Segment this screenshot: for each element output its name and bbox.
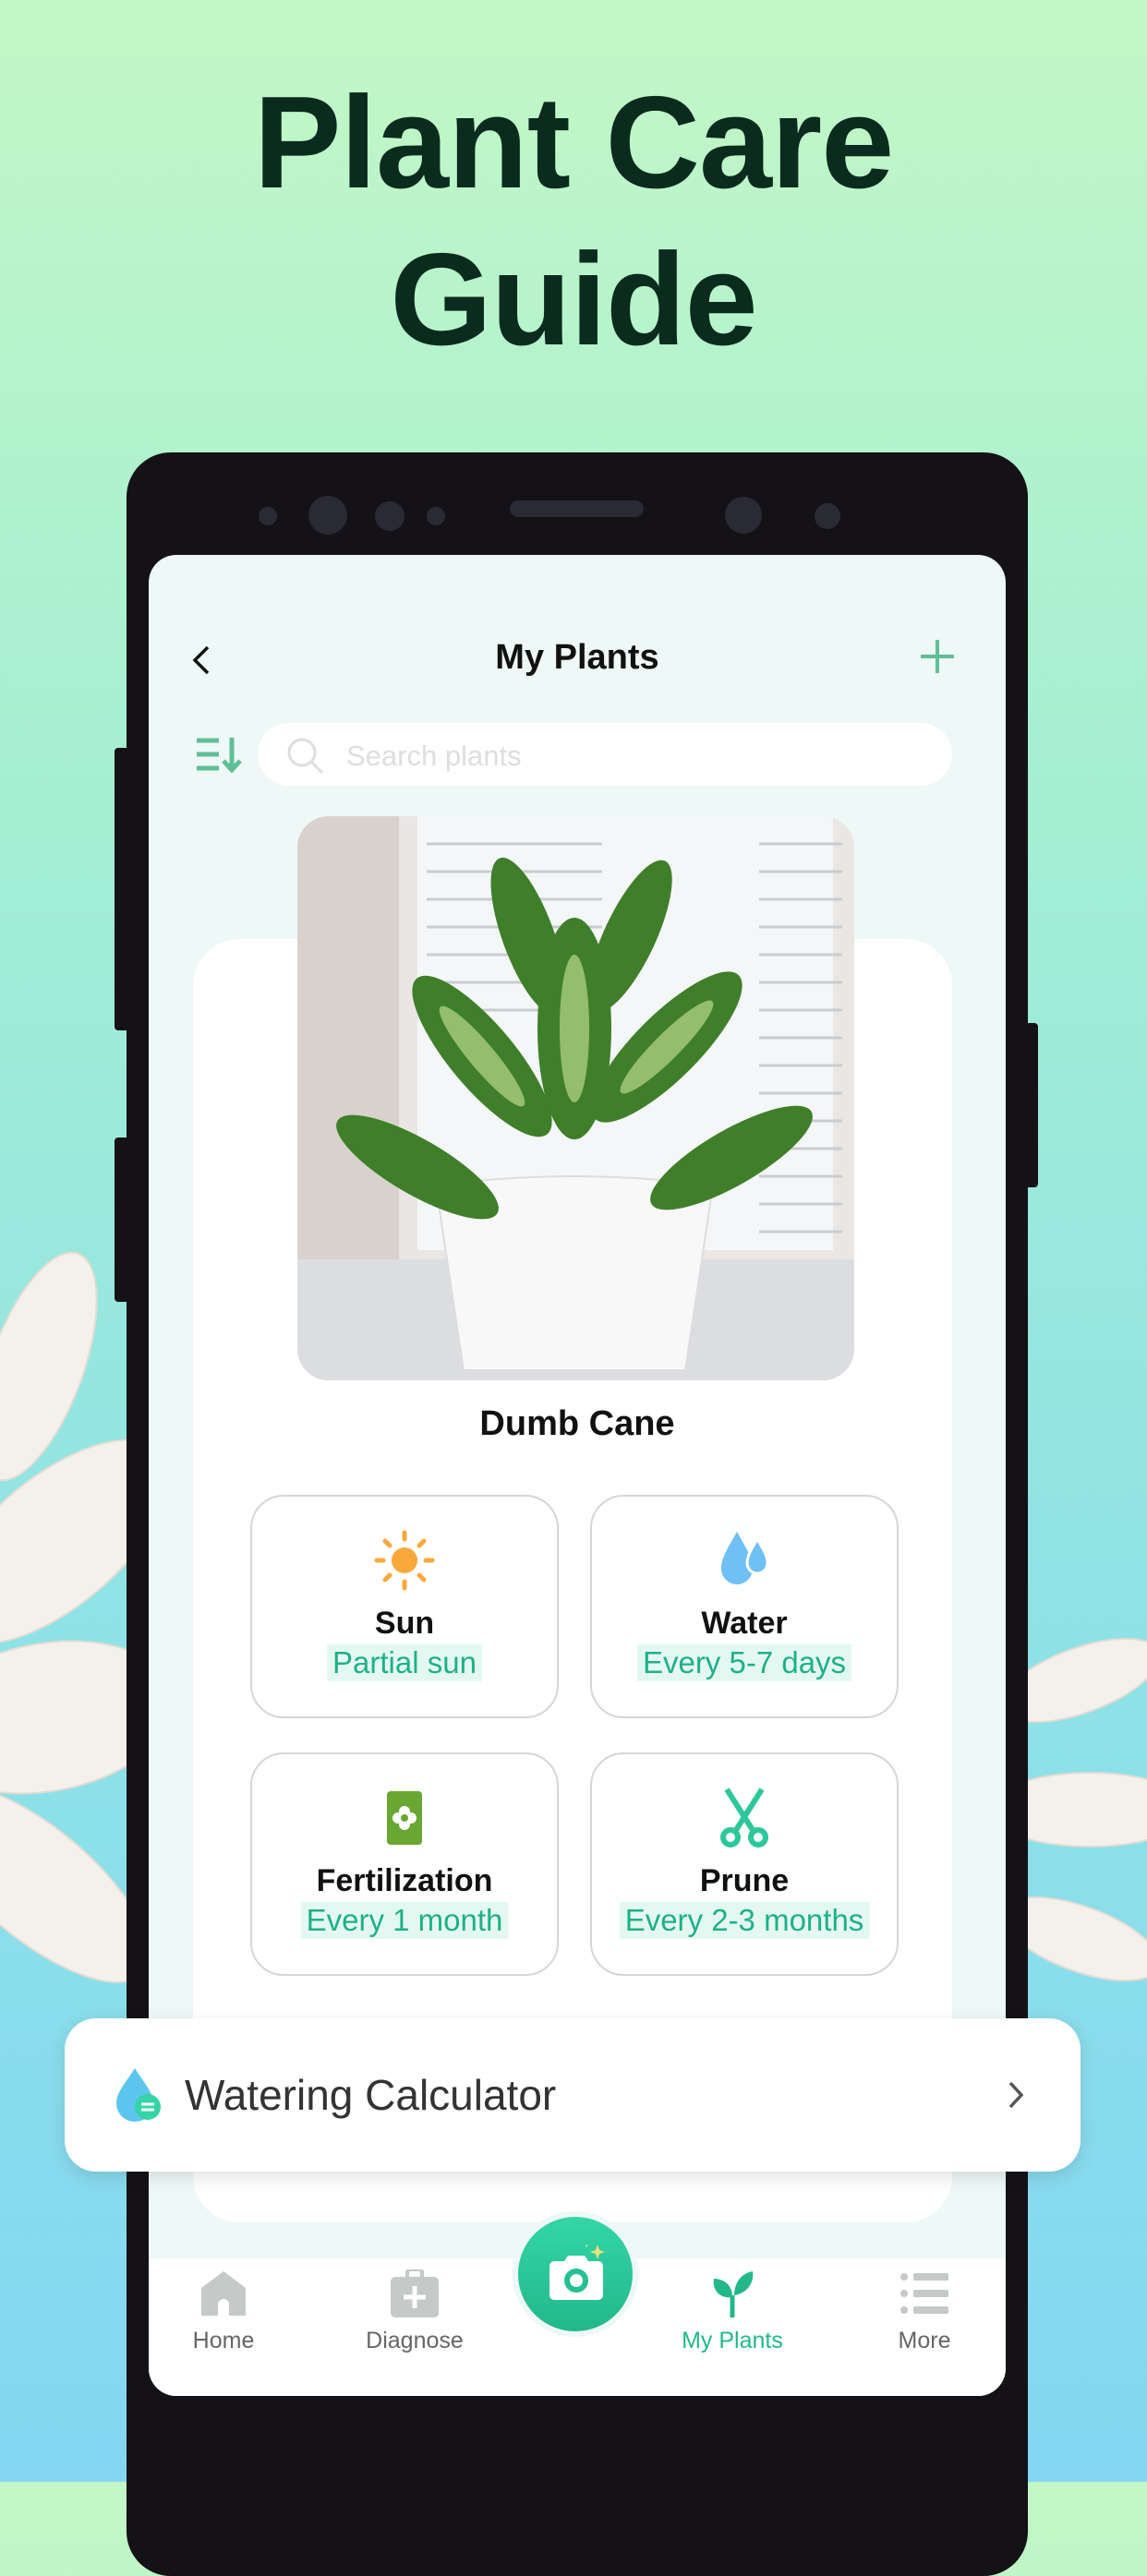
water-drops-icon <box>721 1532 769 1584</box>
care-title: Sun <box>374 1606 435 1641</box>
headline-line-1: Plant Care <box>253 69 894 216</box>
camera-dot <box>427 507 445 525</box>
home-icon <box>201 2271 246 2316</box>
tab-more[interactable]: More <box>851 2269 998 2354</box>
camera-dot <box>259 507 277 525</box>
page-title: My Plants <box>495 638 659 677</box>
camera-dot <box>815 503 840 529</box>
sort-icon[interactable] <box>195 736 243 773</box>
camera-icon <box>549 2245 605 2300</box>
care-tile-water[interactable]: Water Every 5-7 days <box>590 1495 899 1718</box>
care-title: Prune <box>699 1863 790 1898</box>
care-tile-fertilization[interactable]: Fertilization Every 1 month <box>250 1752 559 1976</box>
care-title: Fertilization <box>316 1863 493 1898</box>
tab-diagnose[interactable]: Diagnose <box>341 2268 489 2354</box>
chevron-right-icon <box>1008 2081 1024 2109</box>
speaker <box>510 500 644 517</box>
list-icon <box>900 2273 948 2314</box>
sprout-icon <box>713 2271 754 2317</box>
camera-lens <box>308 496 347 535</box>
search-icon <box>287 738 324 775</box>
tab-my-plants[interactable]: My Plants <box>658 2269 806 2354</box>
care-value: Every 1 month <box>300 1902 509 1939</box>
scissors-icon <box>720 1788 768 1848</box>
fertilizer-bag-icon <box>387 1791 422 1845</box>
camera-lens <box>725 497 762 534</box>
medical-kit-icon <box>391 2268 439 2317</box>
headline-line-2: Guide <box>390 226 757 373</box>
search-input[interactable]: Search plants <box>258 723 952 786</box>
tab-label: Home <box>192 2328 255 2353</box>
care-value: Partial sun <box>327 1644 482 1681</box>
tab-label: Diagnose <box>366 2328 464 2353</box>
plus-icon[interactable] <box>919 638 956 675</box>
watering-calculator-label: Watering Calculator <box>185 2071 557 2119</box>
care-value: Every 2-3 months <box>619 1902 870 1939</box>
search-placeholder: Search plants <box>346 740 522 772</box>
camera-lens <box>375 501 404 531</box>
tab-label: My Plants <box>682 2328 783 2353</box>
watering-calculator-button[interactable]: Watering Calculator <box>65 2018 1081 2172</box>
headline: Plant Care Guide <box>0 65 1147 379</box>
watering-calculator-icon <box>116 2068 161 2122</box>
care-value: Every 5-7 days <box>636 1644 852 1681</box>
plant-photo[interactable] <box>297 816 854 1380</box>
plant-name: Dumb Cane <box>479 1404 675 1443</box>
identify-camera-button[interactable] <box>513 2211 638 2337</box>
care-title: Water <box>701 1606 788 1641</box>
care-tile-prune[interactable]: Prune Every 2-3 months <box>590 1752 899 1976</box>
tab-label: More <box>898 2328 951 2353</box>
sun-icon <box>374 1530 435 1591</box>
care-tile-sun[interactable]: Sun Partial sun <box>250 1495 559 1718</box>
tab-home[interactable]: Home <box>150 2269 297 2354</box>
flower-petals-right-decoration <box>1016 1637 1147 1982</box>
